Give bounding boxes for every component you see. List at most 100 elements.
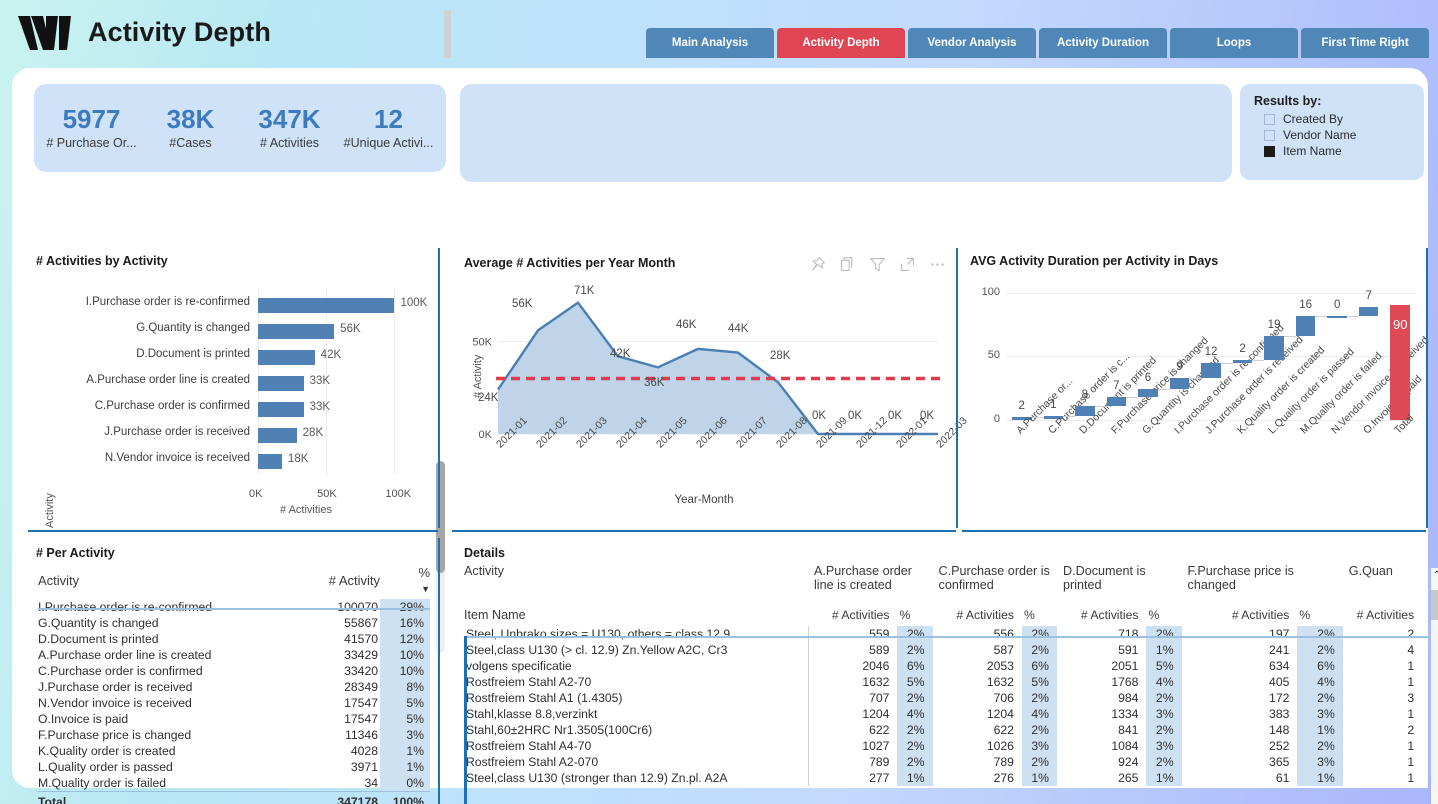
kpi-activities[interactable]: 347K # Activities: [240, 105, 339, 150]
results-by-option-vendor-name[interactable]: Vendor Name: [1264, 128, 1424, 142]
table-row[interactable]: Rostfreiem Stahl A4-70 1027 2% 1026 3% 1084 3%…: [464, 738, 1432, 754]
bar-x-tick: 50K: [317, 488, 337, 500]
kpi-purchase-orders[interactable]: 5977 # Purchase Or...: [42, 105, 141, 150]
col-activity[interactable]: Activity: [38, 564, 286, 599]
checkbox-icon[interactable]: [1264, 129, 1275, 141]
col-activity-header[interactable]: Activity: [464, 564, 808, 608]
waterfall-bar[interactable]: [1295, 315, 1316, 336]
waterfall-bar[interactable]: [1232, 360, 1253, 363]
col-item-name-header[interactable]: Item Name: [464, 608, 808, 626]
cell-activity: O.Invoice is paid: [38, 712, 129, 726]
table-row[interactable]: Rostfreiem Stahl A1 (1.4305) 707 2% 706 2% 98…: [464, 690, 1432, 706]
table-row[interactable]: O.Invoice is paid 17547 5%: [38, 711, 430, 727]
col-group-header[interactable]: F.Purchase price is changed: [1182, 564, 1343, 608]
tab-main-analysis[interactable]: Main Analysis: [646, 28, 774, 58]
table-row[interactable]: D.Document is printed 41570 12%: [38, 631, 430, 647]
activities-by-activity-chart[interactable]: # Activities by Activity I.Purchase orde…: [28, 248, 446, 653]
col-metric-percent[interactable]: %: [897, 608, 932, 626]
table-row[interactable]: Stahl,60±2HRC Nr1.3505(100Cr6) 622 2% 622 2%…: [464, 722, 1432, 738]
checkbox-icon[interactable]: [1264, 113, 1275, 125]
bar-y-axis-title: Activity: [44, 493, 56, 528]
tab-activity-depth[interactable]: Activity Depth: [777, 28, 905, 58]
col-metric-percent[interactable]: %: [1297, 608, 1342, 626]
results-by-option-item-name[interactable]: Item Name: [1264, 144, 1424, 158]
table-row[interactable]: K.Quality order is created 4028 1%: [38, 743, 430, 759]
col-group-header[interactable]: C.Purchase order is confirmed: [933, 564, 1058, 608]
col-metric-activities[interactable]: # Activities: [1343, 608, 1422, 626]
sort-descending-icon[interactable]: ▼: [421, 584, 430, 594]
waterfall-bar[interactable]: [1327, 315, 1347, 319]
cell-activities: 241: [1269, 643, 1290, 657]
table-row[interactable]: I.Purchase order is re-confirmed 100070 …: [38, 599, 430, 615]
table-row[interactable]: A.Purchase order line is created 33429 1…: [38, 647, 430, 663]
table-row[interactable]: Steel, Unbrako sizes = U130, others = cl…: [464, 626, 1432, 642]
waterfall-connector: [1031, 417, 1044, 419]
waterfall-bar[interactable]: [1138, 389, 1158, 398]
table-row[interactable]: Rostfreiem Stahl A2-070 789 2% 789 2% 924 2% 36…: [464, 754, 1432, 770]
col-metric-percent[interactable]: %: [1146, 608, 1181, 626]
waterfall-bar[interactable]: [1106, 397, 1127, 406]
col-metric-activities[interactable]: # Activities: [1057, 608, 1146, 626]
results-by-option-created-by[interactable]: Created By: [1264, 112, 1424, 126]
tab-first-time-right[interactable]: First Time Right: [1301, 28, 1429, 58]
area-data-label: 71K: [574, 284, 595, 297]
bar-segment[interactable]: [258, 324, 335, 339]
col-metric-activities[interactable]: # Activities: [1182, 608, 1298, 626]
per-activity-table-panel[interactable]: # Per Activity Activity # Activity % ▼ I…: [28, 538, 446, 804]
waterfall-bar[interactable]: [1201, 362, 1221, 378]
col-activity-count[interactable]: # Activity: [286, 564, 380, 599]
table-row[interactable]: J.Purchase order is received 28349 8%: [38, 679, 430, 695]
bar-segment[interactable]: [258, 428, 297, 443]
table-row[interactable]: Stahl,klasse 8.8,verzinkt 1204 4% 1204 4% 133…: [464, 706, 1432, 722]
cell-activities: 365: [1269, 755, 1290, 769]
cell-percent: 2%: [1146, 722, 1182, 738]
cell-activities: 172: [1269, 691, 1290, 705]
table-row[interactable]: F.Purchase price is changed 11346 3%: [38, 727, 430, 743]
col-metric-percent[interactable]: %: [1022, 608, 1057, 626]
avg-activities-per-year-month-chart[interactable]: Average # Activities per Year Month 0K 50…: [452, 248, 970, 528]
waterfall-bar[interactable]: [1169, 378, 1190, 390]
table-row[interactable]: Rostfreiem Stahl A2-70 1632 5% 1632 5% 1768 4%…: [464, 674, 1432, 690]
table-row[interactable]: G.Quantity is changed 55867 16%: [38, 615, 430, 631]
table-row[interactable]: Steel,class U130 (> cl. 12.9) Zn.Yellow …: [464, 642, 1432, 658]
table-row[interactable]: volgens specificatie 2046 6% 2053 6% 2051 5% 63…: [464, 658, 1432, 674]
col-group-header[interactable]: G.Quan: [1343, 564, 1432, 608]
panel-rule-bar: [28, 530, 438, 532]
cell-count: 34: [364, 776, 378, 790]
col-metric-activities[interactable]: # Activities: [808, 608, 897, 626]
table-row[interactable]: C.Purchase order is confirmed 33420 10%: [38, 663, 430, 679]
tab-activity-duration[interactable]: Activity Duration: [1039, 28, 1167, 58]
kpi-cases[interactable]: 38K #Cases: [141, 105, 240, 150]
table-row[interactable]: M.Quality order is failed 34 0%: [38, 775, 430, 792]
col-percent[interactable]: % ▼: [380, 564, 430, 599]
kpi-unique-activities[interactable]: 12 #Unique Activi...: [339, 105, 438, 150]
bar-segment[interactable]: [258, 376, 304, 391]
bar-segment[interactable]: [258, 402, 304, 417]
table-row[interactable]: Steel,class U130 (stronger than 12.9) Zn…: [464, 770, 1432, 786]
cell-percent: 2%: [897, 754, 933, 770]
table-row[interactable]: N.Vendor invoice is received 17547 5%: [38, 695, 430, 711]
checkbox-checked-icon[interactable]: [1264, 145, 1275, 157]
waterfall-data-label: 9: [1176, 361, 1183, 373]
avg-activity-duration-chart[interactable]: AVG Activity Duration per Activity in Da…: [962, 248, 1438, 528]
bar-segment[interactable]: [258, 298, 395, 313]
tab-loops[interactable]: Loops: [1170, 28, 1298, 58]
waterfall-y-tick: 100: [981, 285, 1000, 298]
cell-percent: 2%: [1297, 642, 1343, 658]
col-group-header[interactable]: A.Purchase order line is created: [808, 564, 933, 608]
bar-data-label: 33K: [309, 375, 331, 387]
bar-category-label: D.Document is printed: [136, 348, 250, 360]
bar-segment[interactable]: [258, 454, 282, 469]
table-row[interactable]: L.Quality order is passed 3971 1%: [38, 759, 430, 775]
bar-segment[interactable]: [258, 350, 315, 365]
bar-plot-area: I.Purchase order is re-confirmed 100K G.Qu…: [36, 288, 436, 516]
tab-vendor-analysis[interactable]: Vendor Analysis: [908, 28, 1036, 58]
col-group-header[interactable]: D.Document is printed: [1057, 564, 1182, 608]
waterfall-bar[interactable]: [1358, 306, 1379, 316]
col-metric-activities[interactable]: # Activities: [933, 608, 1022, 626]
details-vertical-scrollbar-thumb[interactable]: [1431, 590, 1438, 620]
details-table-panel[interactable]: Details Activity A.Purchase order line is…: [452, 538, 1438, 804]
waterfall-bar[interactable]: [1264, 336, 1284, 361]
scroll-up-icon[interactable]: ⌃: [1433, 570, 1438, 581]
cell-percent: 5%: [380, 711, 430, 727]
